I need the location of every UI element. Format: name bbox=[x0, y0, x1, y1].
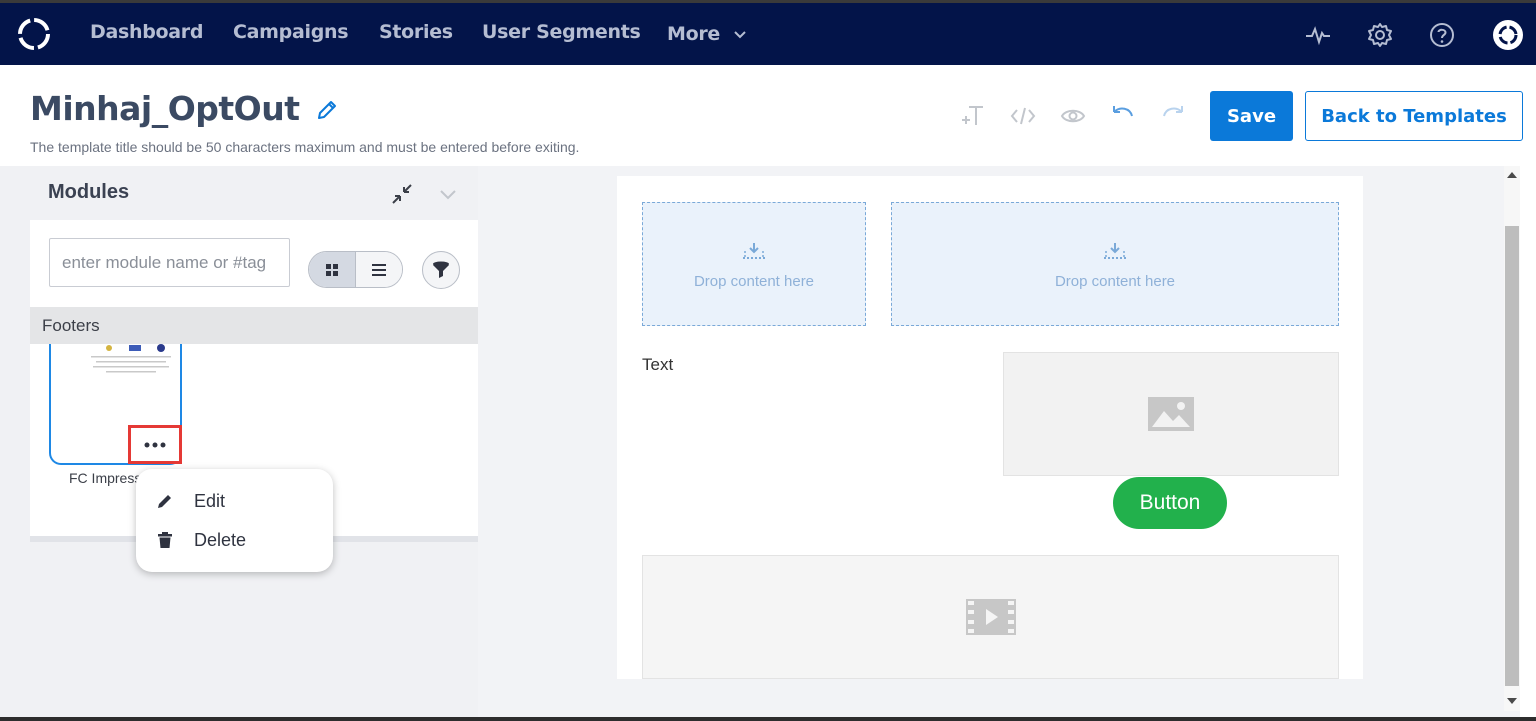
canvas-scrollbar[interactable] bbox=[1504, 166, 1520, 711]
category-header[interactable]: Footers bbox=[30, 307, 478, 344]
nav-stories[interactable]: Stories bbox=[379, 21, 453, 43]
email-template: Drop content here Drop content here Text… bbox=[617, 176, 1363, 679]
category-label: Footers bbox=[42, 316, 100, 335]
drop-zone-content: Drop content here bbox=[643, 242, 865, 290]
drop-arrow-icon bbox=[1104, 243, 1126, 259]
help-icon[interactable] bbox=[1428, 21, 1456, 49]
drop-zone-content: Drop content here bbox=[892, 242, 1338, 290]
button-block[interactable]: Button bbox=[1113, 477, 1227, 529]
nav-more-label: More bbox=[667, 23, 721, 45]
activity-icon[interactable] bbox=[1304, 21, 1332, 49]
more-dots-icon bbox=[144, 442, 166, 447]
text-style-icon[interactable] bbox=[961, 103, 987, 129]
modules-title: Modules bbox=[48, 181, 130, 203]
scroll-down-arrow-icon[interactable] bbox=[1507, 698, 1517, 704]
preview-eye-icon[interactable] bbox=[1060, 103, 1086, 129]
video-block[interactable] bbox=[642, 555, 1339, 679]
menu-item-edit-label: Edit bbox=[194, 491, 226, 511]
collapse-arrows-icon[interactable] bbox=[390, 182, 414, 206]
drop-zone-label: Drop content here bbox=[1054, 273, 1176, 290]
save-button[interactable]: Save bbox=[1210, 91, 1293, 141]
window-bottom-border bbox=[0, 717, 1536, 721]
top-nav-bar: Dashboard Campaigns Stories User Segment… bbox=[0, 0, 1536, 65]
modules-sidebar: Modules F bbox=[0, 166, 478, 721]
menu-item-delete-label: Delete bbox=[194, 530, 247, 550]
menu-item-edit[interactable]: Edit bbox=[136, 482, 333, 520]
drop-zone[interactable]: Drop content here bbox=[642, 202, 866, 326]
menu-item-delete[interactable]: Delete bbox=[136, 521, 333, 559]
drop-arrow-icon bbox=[743, 243, 765, 259]
filter-funnel-icon bbox=[433, 261, 449, 278]
template-header: Minhaj_OptOut The template title should … bbox=[0, 65, 1536, 166]
chevron-down-icon[interactable] bbox=[436, 182, 460, 206]
trash-icon bbox=[158, 532, 172, 548]
right-gutter bbox=[1520, 166, 1536, 717]
view-toggle bbox=[308, 251, 403, 288]
back-to-templates-button[interactable]: Back to Templates bbox=[1305, 91, 1523, 141]
image-block[interactable] bbox=[1003, 352, 1339, 476]
module-search-input[interactable] bbox=[49, 238, 290, 287]
list-icon bbox=[372, 263, 386, 276]
module-options-button[interactable] bbox=[128, 425, 182, 464]
template-title: Minhaj_OptOut bbox=[30, 89, 300, 128]
video-placeholder-icon bbox=[965, 599, 1016, 635]
editor-canvas: Drop content here Drop content here Text… bbox=[478, 166, 1504, 711]
nav-more[interactable]: More bbox=[667, 23, 747, 45]
module-context-menu: Edit Delete bbox=[136, 469, 333, 572]
gear-icon[interactable] bbox=[1366, 21, 1394, 49]
title-hint: The template title should be 50 characte… bbox=[30, 139, 580, 155]
scrollbar-thumb[interactable] bbox=[1505, 226, 1519, 686]
edit-title-pencil-icon[interactable] bbox=[315, 98, 339, 122]
redo-icon[interactable] bbox=[1160, 103, 1186, 129]
text-block[interactable]: Text bbox=[642, 355, 673, 375]
code-icon[interactable] bbox=[1010, 103, 1036, 129]
drop-zone-label: Drop content here bbox=[693, 273, 815, 290]
nav-campaigns[interactable]: Campaigns bbox=[233, 21, 349, 43]
app-logo-icon[interactable] bbox=[16, 16, 52, 52]
filter-button[interactable] bbox=[422, 251, 460, 289]
grid-icon bbox=[326, 263, 338, 276]
nav-dashboard[interactable]: Dashboard bbox=[90, 21, 203, 43]
account-icon[interactable] bbox=[1492, 19, 1524, 51]
image-placeholder-icon bbox=[1148, 397, 1194, 431]
grid-view-button[interactable] bbox=[309, 252, 356, 287]
list-view-button[interactable] bbox=[356, 252, 402, 287]
drop-zone[interactable]: Drop content here bbox=[891, 202, 1339, 326]
chevron-down-icon bbox=[734, 30, 747, 38]
scroll-up-arrow-icon[interactable] bbox=[1507, 172, 1517, 178]
module-card-label: FC Impress bbox=[69, 470, 142, 486]
pencil-icon bbox=[158, 495, 171, 508]
nav-user-segments[interactable]: User Segments bbox=[482, 21, 641, 43]
undo-icon[interactable] bbox=[1110, 103, 1136, 129]
